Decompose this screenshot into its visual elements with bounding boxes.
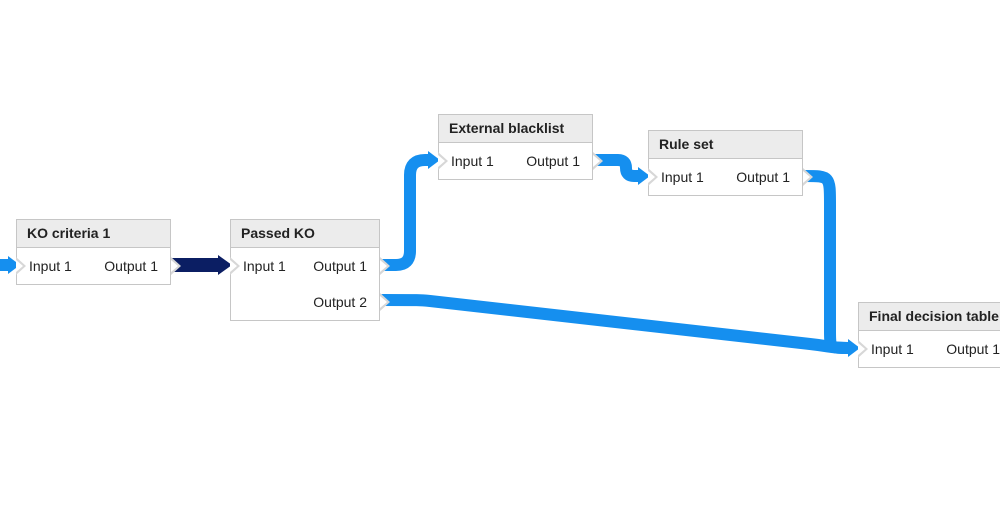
port-in[interactable]: Input 1 — [231, 258, 290, 274]
node-title: Passed KO — [231, 220, 379, 248]
edge-ruleset-to-final — [805, 176, 848, 348]
port-out[interactable]: Output 1 — [100, 258, 170, 274]
node-title: External blacklist — [439, 115, 592, 143]
edge-passed-to-blacklist — [383, 160, 428, 265]
port-in-label: Input 1 — [657, 169, 708, 185]
edge-passed2-to-final — [383, 300, 848, 348]
port-out-label: Output 1 — [522, 153, 584, 169]
port-out-label: Output 1 — [732, 169, 794, 185]
port-out[interactable]: Output 2 — [309, 294, 379, 310]
node-rule-set[interactable]: Rule set Input 1 Output 1 — [648, 130, 803, 196]
chevron-right-icon — [171, 257, 181, 275]
node-ko-criteria[interactable]: KO criteria 1 Input 1 Output 1 — [16, 219, 171, 285]
node-passed-ko[interactable]: Passed KO Input 1 Output 1 Output 2 — [230, 219, 380, 321]
chevron-right-icon — [380, 257, 390, 275]
chevron-right-icon — [438, 152, 448, 170]
port-in[interactable]: Input 1 — [649, 169, 708, 185]
port-in[interactable]: Input 1 — [17, 258, 76, 274]
chevron-right-icon — [858, 340, 868, 358]
port-in-label: Input 1 — [25, 258, 76, 274]
node-external-blacklist[interactable]: External blacklist Input 1 Output 1 — [438, 114, 593, 180]
node-title: Rule set — [649, 131, 802, 159]
port-out[interactable]: Output 1 — [942, 341, 1000, 357]
chevron-right-icon — [648, 168, 658, 186]
port-out[interactable]: Output 1 — [522, 153, 592, 169]
chevron-right-icon — [593, 152, 603, 170]
port-in-label: Input 1 — [239, 258, 290, 274]
chevron-right-icon — [380, 293, 390, 311]
port-in[interactable]: Input 1 — [439, 153, 498, 169]
port-out-label: Output 1 — [942, 341, 1000, 357]
port-out-label: Output 2 — [309, 294, 371, 310]
port-in-label: Input 1 — [447, 153, 498, 169]
node-title: KO criteria 1 — [17, 220, 170, 248]
port-out[interactable]: Output 1 — [732, 169, 802, 185]
node-final-decision[interactable]: Final decision table Input 1 Output 1 — [858, 302, 1000, 368]
port-out[interactable]: Output 1 — [309, 258, 379, 274]
port-out-label: Output 1 — [100, 258, 162, 274]
chevron-right-icon — [230, 257, 240, 275]
chevron-right-icon — [16, 257, 26, 275]
chevron-right-icon — [803, 168, 813, 186]
port-out-label: Output 1 — [309, 258, 371, 274]
port-in-label: Input 1 — [867, 341, 918, 357]
port-in[interactable]: Input 1 — [859, 341, 918, 357]
node-title: Final decision table — [859, 303, 1000, 331]
